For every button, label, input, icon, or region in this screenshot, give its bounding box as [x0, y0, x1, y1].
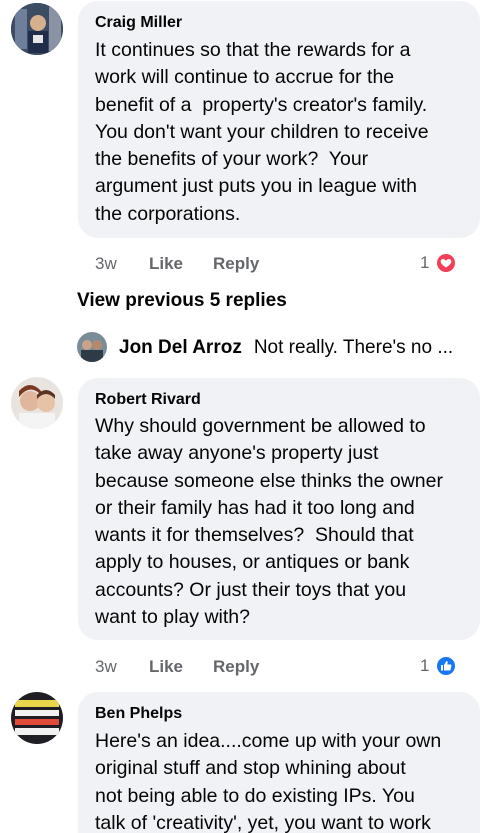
love-icon — [435, 252, 458, 274]
thumbs-up-icon — [435, 655, 458, 677]
reaction-count: 1 — [420, 656, 430, 675]
reaction-count: 1 — [420, 253, 430, 272]
reaction-summary[interactable]: 1 — [420, 655, 458, 677]
avatar-jon-del-arroz[interactable] — [77, 332, 107, 362]
reaction-summary[interactable]: 1 — [420, 252, 458, 274]
avatar-craig-miller[interactable] — [11, 3, 63, 55]
avatar-robert-rivard[interactable] — [11, 377, 63, 429]
comment-author[interactable]: Ben Phelps — [95, 705, 182, 723]
reply-button[interactable]: Reply — [213, 254, 259, 274]
comment-timestamp[interactable]: 3w — [95, 657, 117, 677]
like-button[interactable]: Like — [149, 254, 183, 274]
comment-author[interactable]: Craig Miller — [95, 14, 182, 32]
comment-text: Why should government be allowed to take… — [95, 415, 443, 629]
reply-author[interactable]: Jon Del Arroz — [119, 337, 242, 359]
avatar-ben-phelps[interactable] — [11, 692, 63, 744]
like-button[interactable]: Like — [149, 657, 183, 677]
comment-text: Here's an idea....come up with your own … — [95, 730, 442, 833]
comment-text: It continues so that the rewards for a w… — [95, 39, 429, 225]
comment-timestamp[interactable]: 3w — [95, 254, 117, 274]
comment-author[interactable]: Robert Rivard — [95, 391, 201, 409]
reply-preview[interactable]: Jon Del Arroz Not really. There's no ... — [119, 337, 453, 359]
reply-button[interactable]: Reply — [213, 657, 259, 677]
view-previous-replies-link[interactable]: View previous 5 replies — [77, 290, 287, 312]
reply-snippet[interactable]: Not really. There's no ... — [254, 337, 453, 359]
